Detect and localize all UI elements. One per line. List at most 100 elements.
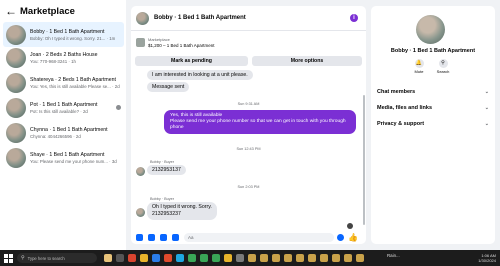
chrome-icon[interactable]: [188, 254, 196, 262]
scrollbar[interactable]: [363, 95, 365, 225]
edge-icon[interactable]: [176, 254, 184, 262]
sticker-icon[interactable]: [160, 234, 167, 241]
conversation-item[interactable]: Chynna · 1 Bed 1 Bath Apartment Chynna: …: [3, 120, 124, 145]
avatar: [136, 167, 145, 176]
mute-label: Mute: [414, 69, 424, 74]
mark-pending-button[interactable]: Mark as pending: [135, 56, 248, 66]
search-button[interactable]: ⚲ Search: [433, 59, 453, 74]
emoji-icon[interactable]: [337, 234, 344, 241]
chevron-down-icon: ⌄: [484, 89, 489, 95]
conversation-name: Shaye · 1 Bed 1 Bath Apartment: [30, 151, 105, 158]
read-receipt-icon: [116, 105, 121, 110]
sender-label: Bobby · Buyer: [150, 197, 175, 201]
avatar: [6, 97, 26, 118]
app-icon[interactable]: [344, 254, 352, 262]
message-bubble: I am interested in looking at a unit ple…: [147, 70, 253, 80]
app-icon[interactable]: [272, 254, 280, 262]
app-icon[interactable]: [152, 254, 160, 262]
weather-widget[interactable]: Rain...: [387, 253, 400, 258]
avatar: [136, 208, 145, 217]
conversation-name: Bobby · 1 Bed 1 Bath Apartment: [30, 28, 105, 35]
mic-icon[interactable]: [136, 234, 143, 241]
info-icon[interactable]: i: [350, 14, 358, 22]
chrome-icon[interactable]: [200, 254, 208, 262]
message-composer: Aa 👍: [131, 231, 366, 244]
avatar: [6, 24, 26, 45]
avatar: [6, 122, 26, 143]
list-header: ← Marketplace: [0, 0, 126, 22]
conversation-item[interactable]: Pot · 1 Bed 1 Bath Apartment Pot: Is thi…: [3, 95, 124, 120]
avatar: [6, 47, 26, 68]
app-icon[interactable]: [296, 254, 304, 262]
app-icon[interactable]: [104, 254, 112, 262]
search-icon: ⚲: [21, 255, 25, 261]
message-bubble: Oh I typed it wrong. Sorry. 2132953237: [147, 202, 217, 220]
app-icon[interactable]: [248, 254, 256, 262]
taskbar-search[interactable]: ⚲ Type here to search: [17, 253, 97, 263]
details-name: Bobby · 1 Bed 1 Bath Apartment: [390, 48, 476, 54]
app-icon[interactable]: [332, 254, 340, 262]
mute-button[interactable]: 🔔 Mute: [409, 59, 429, 74]
folder-icon[interactable]: [140, 254, 148, 262]
like-icon[interactable]: 👍: [348, 233, 358, 242]
timestamp: Sun 12:43 PM: [236, 147, 261, 151]
system-clock[interactable]: 1:06 AM 1/30/2024: [478, 253, 496, 263]
app-icon[interactable]: [356, 254, 364, 262]
conversation-preview: Bobby: Oh I typed it wrong. Sorry. 21...…: [30, 35, 116, 41]
chevron-down-icon: ⌄: [484, 121, 489, 127]
chat-members-row[interactable]: Chat members ⌄: [377, 86, 489, 98]
conversation-item[interactable]: Joan · 2 Beds 2 Baths House You: 770-968…: [3, 45, 124, 70]
message-bubble: 2132953137: [147, 165, 186, 175]
more-options-button[interactable]: More options: [252, 56, 362, 66]
listing-kind: Marketplace: [148, 36, 170, 42]
taskbar: ⚲ Type here to search Rain... 1:06 AM 1/…: [0, 250, 500, 266]
message-bubble-outgoing: Yes, this is still available Please send…: [164, 110, 356, 134]
privacy-support-row[interactable]: Privacy & support ⌄: [377, 118, 489, 130]
gif-icon[interactable]: [172, 234, 179, 241]
app-icon[interactable]: [164, 254, 172, 262]
avatar[interactable]: [136, 11, 149, 25]
details-panel: Bobby · 1 Bed 1 Bath Apartment 🔔 Mute ⚲ …: [371, 6, 495, 244]
task-view-icon[interactable]: [116, 254, 124, 262]
photo-icon[interactable]: [148, 234, 155, 241]
search-label: Search: [436, 69, 450, 74]
app-icon[interactable]: [224, 254, 232, 262]
conversation-item[interactable]: Shaye · 1 Bed 1 Bath Apartment You: Plea…: [3, 145, 124, 170]
clock-date: 1/30/2024: [478, 258, 496, 263]
message-input[interactable]: Aa: [184, 233, 334, 242]
back-arrow-icon[interactable]: ←: [5, 5, 17, 17]
windows-start-icon[interactable]: [4, 253, 13, 263]
app-icon[interactable]: [320, 254, 328, 262]
conversation-preview: Chynna: 4044266596 · 2d: [30, 133, 81, 139]
search-icon: ⚲: [438, 59, 448, 68]
chrome-icon[interactable]: [212, 254, 220, 262]
page-title: Marketplace: [20, 5, 75, 17]
media-files-row[interactable]: Media, files and links ⌄: [377, 102, 489, 114]
avatar: [416, 15, 445, 44]
taskbar-search-placeholder: Type here to search: [27, 255, 65, 261]
conversation-preview: You: Please send me your phone num... · …: [30, 158, 117, 164]
app-icon[interactable]: [128, 254, 136, 262]
conversation-preview: You: 770-968-3241 · 1h: [30, 58, 76, 64]
conversation-item[interactable]: Shatereya · 2 Beds 1 Bath Apartment You:…: [3, 70, 124, 95]
message-line: 2132953237: [152, 211, 181, 217]
message-thread: I am interested in looking at a unit ple…: [131, 68, 366, 231]
app-icon[interactable]: [236, 254, 244, 262]
conversation-item[interactable]: Bobby · 1 Bed 1 Bath Apartment Bobby: Oh…: [3, 22, 124, 47]
sender-label: Bobby · Buyer: [150, 160, 175, 164]
conversation-name: Pot · 1 Bed 1 Bath Apartment: [30, 101, 98, 108]
row-label: Chat members: [377, 89, 416, 95]
chat-header: Bobby · 1 Bed 1 Bath Apartment: [131, 6, 366, 31]
seen-avatar-icon: [347, 223, 353, 229]
listing-name: $1,200 – 1 Bed 1 Bath Apartment: [148, 42, 215, 48]
conversation-list: ← Marketplace Bobby · 1 Bed 1 Bath Apart…: [0, 0, 126, 250]
chat-title[interactable]: Bobby · 1 Bed 1 Bath Apartment: [154, 15, 246, 21]
conversation-name: Chynna · 1 Bed 1 Bath Apartment: [30, 126, 108, 133]
listing-summary[interactable]: Marketplace $1,200 – 1 Bed 1 Bath Apartm…: [131, 31, 366, 53]
app-icon[interactable]: [308, 254, 316, 262]
message-line: Oh I typed it wrong. Sorry.: [152, 204, 212, 210]
app-icon[interactable]: [260, 254, 268, 262]
row-label: Privacy & support: [377, 121, 425, 127]
avatar: [6, 72, 26, 93]
app-icon[interactable]: [284, 254, 292, 262]
